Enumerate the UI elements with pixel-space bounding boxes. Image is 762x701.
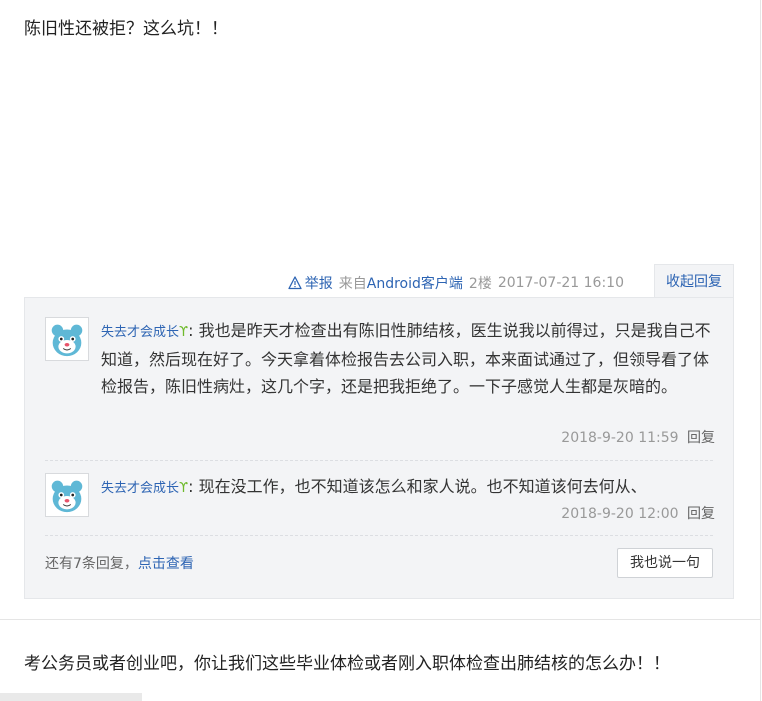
reply-time: 2018-9-20 12:00 <box>561 506 679 522</box>
bottom-scroll-strip <box>0 693 142 701</box>
post-meta-bar: 举报 来自Android客户端 2楼 2017-07-21 16:10 收起回复 <box>0 264 734 298</box>
post-content: 陈旧性还被拒？这么坑！！ <box>24 19 228 39</box>
cartoon-bear-avatar <box>46 474 88 516</box>
report-label: 举报 <box>304 276 333 292</box>
post-separator <box>0 619 760 620</box>
cartoon-bear-avatar <box>46 318 88 360</box>
report-button[interactable]: 举报 <box>288 273 333 293</box>
reply-content: 失去才会成长ϒ: 现在没工作，也不知道该怎么和家人说。也不知道该何去何从、 <box>101 473 715 502</box>
reply-divider <box>45 460 713 461</box>
reply-content: 失去才会成长ϒ: 我也是昨天才检查出有陈旧性肺结核，医生说我以前得过，只是我自己… <box>101 317 715 400</box>
warning-triangle-icon <box>288 276 302 290</box>
reply-footer: 2018-9-20 12:00 回复 <box>561 503 715 523</box>
sprout-icon: ϒ <box>179 481 189 496</box>
post-source: 来自Android客户端 <box>339 273 463 293</box>
more-replies-count: 还有7条回复， <box>45 556 138 572</box>
reply-username[interactable]: 失去才会成长 <box>101 481 179 496</box>
reply-item: 失去才会成长ϒ: 现在没工作，也不知道该怎么和家人说。也不知道该何去何从、 20… <box>45 473 715 533</box>
reply-divider <box>45 535 713 536</box>
view-more-link[interactable]: 点击查看 <box>138 556 194 572</box>
post-meta: 举报 来自Android客户端 2楼 2017-07-21 16:10 <box>288 273 624 293</box>
reply-username[interactable]: 失去才会成长 <box>101 325 179 340</box>
user-avatar[interactable] <box>45 317 89 361</box>
reply-text: 现在没工作，也不知道该怎么和家人说。也不知道该何去何从、 <box>198 477 647 496</box>
more-replies: 还有7条回复，点击查看 <box>45 553 194 573</box>
reply-colon: : <box>188 321 199 340</box>
reply-footer: 2018-9-20 11:59 回复 <box>561 427 715 447</box>
page-right-border <box>760 0 761 701</box>
reply-panel: 失去才会成长ϒ: 我也是昨天才检查出有陈旧性肺结核，医生说我以前得过，只是我自己… <box>24 297 734 599</box>
reply-time: 2018-9-20 11:59 <box>561 430 679 446</box>
add-comment-button[interactable]: 我也说一句 <box>617 548 713 578</box>
floor-number: 2楼 <box>468 276 492 292</box>
reply-item: 失去才会成长ϒ: 我也是昨天才检查出有陈旧性肺结核，医生说我以前得过，只是我自己… <box>45 317 715 447</box>
post-time: 2017-07-21 16:10 <box>497 275 624 291</box>
reply-button[interactable]: 回复 <box>687 430 715 446</box>
post-content: 考公务员或者创业吧，你让我们这些毕业体检或者刚入职体检查出肺结核的怎么办！！ <box>24 654 670 674</box>
collapse-replies-button[interactable]: 收起回复 <box>654 264 734 298</box>
sprout-icon: ϒ <box>179 325 189 340</box>
source-prefix: 来自 <box>338 276 367 292</box>
reply-colon: : <box>188 477 199 496</box>
user-avatar[interactable] <box>45 473 89 517</box>
reply-button[interactable]: 回复 <box>687 506 715 522</box>
source-link[interactable]: Android客户端 <box>367 276 463 292</box>
